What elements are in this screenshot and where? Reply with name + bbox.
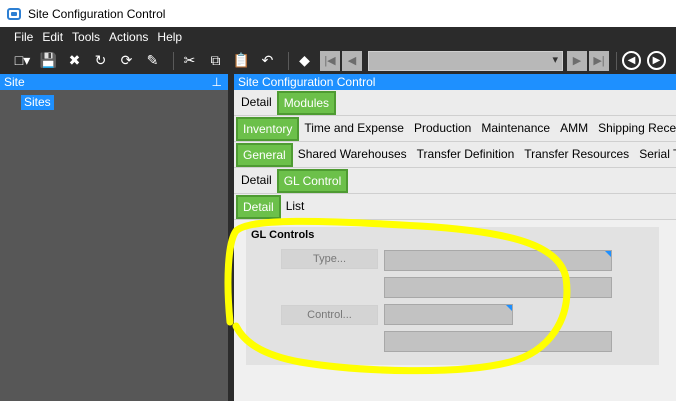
configuration-panel-title: Site Configuration Control [238,75,376,89]
new-icon[interactable]: □▾ [12,51,33,71]
tab-maintenance[interactable]: Maintenance [476,118,555,139]
site-panel-header: Site ⊥ [0,74,228,90]
tab-row-gl-control: Detail List [234,194,676,220]
refresh-icon[interactable]: ↻ [90,51,111,71]
previous-icon[interactable]: ◀ [342,50,362,71]
site-configuration-panel: Site Configuration Control Detail Module… [234,74,676,401]
field-marker-icon [605,251,611,257]
menu-actions[interactable]: Actions [109,30,148,44]
delete-icon[interactable]: ✖ [64,51,85,71]
tab-gl-list[interactable]: List [281,196,310,217]
control-description-field [384,331,612,352]
tab-shipping-receiving[interactable]: Shipping Recei [593,118,676,139]
site-panel-title: Site [4,75,25,89]
refresh-all-icon[interactable]: ⟳ [116,51,137,71]
menu-bar: File Edit Tools Actions Help [0,27,676,47]
gl-controls-group: GL Controls Type... Control... [246,227,659,365]
tab-shared-warehouses[interactable]: Shared Warehouses [293,144,412,165]
tab-modules[interactable]: Modules [276,91,337,115]
pin-icon[interactable]: ⊥ [212,75,222,89]
toolbar-separator [616,51,617,70]
paste-icon[interactable]: 📋 [231,51,252,71]
configuration-panel-header: Site Configuration Control [234,74,676,90]
last-icon[interactable]: ▶| [589,50,609,71]
tab-gl-detail[interactable]: Detail [236,195,281,219]
first-icon[interactable]: |◀ [320,50,340,71]
tab-detail[interactable]: Detail [236,92,277,113]
control-button[interactable]: Control... [281,305,378,325]
tab-row-modules: Inventory Time and Expense Production Ma… [234,116,676,142]
toolbar: □▾ 💾 ✖ ↻ ⟳ ✎ ✂ ⧉ 📋 ↶ ◆ |◀ ◀ ▶ ▶| ◀ ▶ [0,47,676,74]
tab-transfer-resources[interactable]: Transfer Resources [519,144,634,165]
tab-row-inventory: General Shared Warehouses Transfer Defin… [234,142,676,168]
back-icon[interactable]: ◀ [622,51,641,70]
next-icon[interactable]: ▶ [567,50,587,71]
type-field[interactable] [384,250,612,271]
menu-tools[interactable]: Tools [72,30,100,44]
title-bar: Site Configuration Control [0,0,676,27]
tab-time-and-expense[interactable]: Time and Expense [299,118,409,139]
tab-inventory[interactable]: Inventory [236,117,300,141]
site-tree-panel: Site ⊥ Sites [0,74,228,401]
tab-serial-tracking[interactable]: Serial Tr [634,144,676,165]
forward-icon[interactable]: ▶ [647,51,666,70]
app-icon [7,7,21,20]
gl-controls-title: GL Controls [251,229,315,241]
clear-icon[interactable]: ✎ [142,51,163,71]
type-description-field [384,277,612,298]
tree-item-sites[interactable]: Sites [21,95,54,110]
save-icon[interactable]: 💾 [38,51,59,71]
record-combo[interactable] [368,50,563,71]
undo-icon[interactable]: ↶ [257,51,278,71]
menu-edit[interactable]: Edit [42,30,63,44]
type-button[interactable]: Type... [281,249,378,269]
cut-icon[interactable]: ✂ [179,51,200,71]
menu-help[interactable]: Help [157,30,182,44]
control-field[interactable] [384,304,513,325]
tab-row-general: Detail GL Control [234,168,676,194]
tab-transfer-definition[interactable]: Transfer Definition [412,144,520,165]
tab-amm[interactable]: AMM [555,118,593,139]
toolbar-separator [173,51,174,70]
menu-file[interactable]: File [14,30,33,44]
tab-general[interactable]: General [236,143,293,167]
toolbar-separator [288,51,289,70]
search-icon[interactable]: ◆ [294,51,315,71]
copy-icon[interactable]: ⧉ [205,51,226,71]
tab-general-detail[interactable]: Detail [236,170,277,191]
window-title: Site Configuration Control [28,6,166,21]
tab-production[interactable]: Production [409,118,476,139]
tab-gl-control[interactable]: GL Control [276,169,349,193]
field-marker-icon [506,305,512,311]
tab-row-top: Detail Modules [234,90,676,116]
